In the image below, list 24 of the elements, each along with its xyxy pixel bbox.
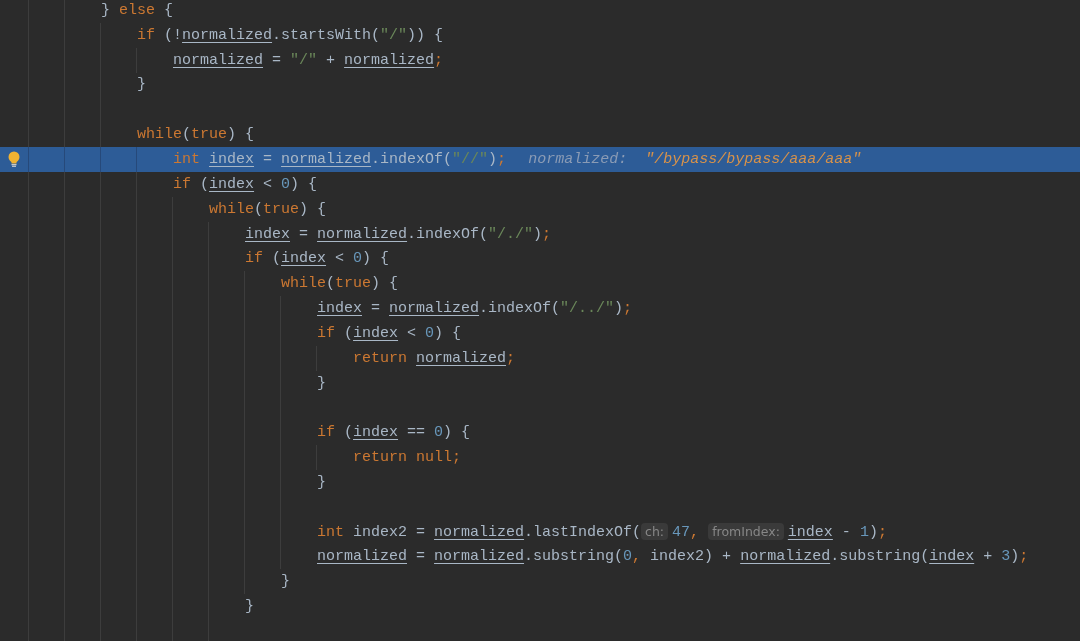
code-line: if (index < 0) { — [244, 250, 390, 268]
code-line: if (!normalized.startsWith("/")) { — [136, 26, 444, 44]
code-line: if (index == 0) { — [316, 424, 471, 442]
code-line: index = normalized.indexOf("/../"); — [316, 300, 633, 318]
code-line: normalized = "/" + normalized; — [172, 51, 444, 69]
code-line: while(true) { — [280, 275, 399, 293]
code-line: } — [280, 573, 290, 591]
code-line: return normalized; — [352, 349, 516, 367]
code-line: } — [316, 374, 326, 392]
code-line: if (index < 0) { — [316, 324, 462, 342]
code-line: } else { — [100, 1, 174, 19]
lightbulb-icon[interactable] — [8, 151, 20, 168]
code-line: } — [316, 473, 326, 491]
code-line: while(true) { — [208, 200, 327, 218]
inline-debug-value: normalized: "/bypass/bypass/aaa/aaa" — [528, 151, 862, 168]
code-line: int index2 = normalized.lastIndexOf( ch: 47, fromIndex: index - 1); — [316, 523, 887, 541]
code-line: if (index < 0) { — [172, 175, 318, 193]
code-line: return null; — [352, 449, 462, 467]
code-line: index = normalized.indexOf("/./"); — [244, 225, 552, 243]
code-line: } — [244, 598, 254, 616]
code-line: normalized = normalized.substring(0, index2) + normalized.substring(index + 3); — [316, 548, 1029, 566]
code-line: int index = normalized.indexOf("//"); — [172, 151, 507, 168]
code-line: } — [136, 76, 146, 94]
code-line: while(true) { — [136, 126, 255, 144]
